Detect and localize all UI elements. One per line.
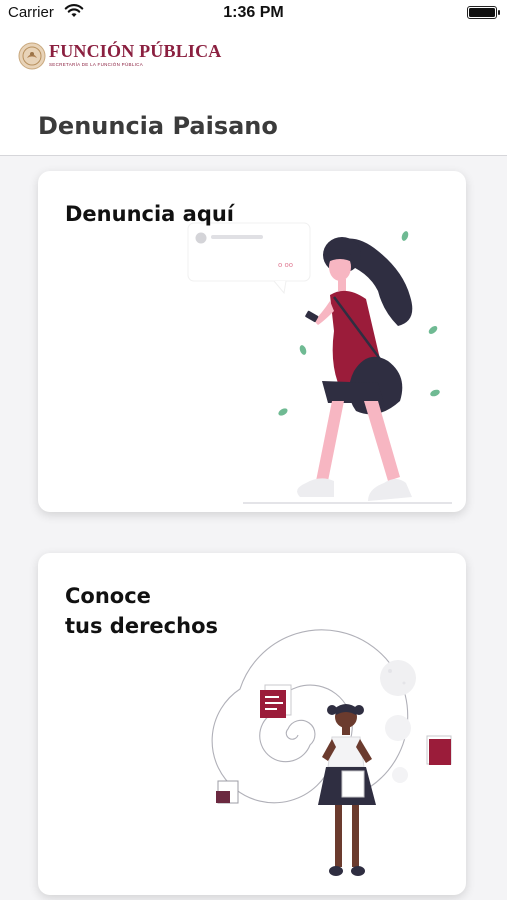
app-header: FUNCIÓN PÚBLICA SECRETARÍA DE LA FUNCIÓN… xyxy=(0,28,507,156)
page-title: Denuncia Paisano xyxy=(38,112,278,140)
rights-card-title-line2: tus derechos xyxy=(65,614,218,638)
brand-logo-text: FUNCIÓN PÚBLICA xyxy=(49,41,222,61)
rights-card-title: Conoce tus derechos xyxy=(65,581,218,641)
seal-logo-icon xyxy=(18,42,46,74)
rights-card[interactable]: Conoce tus derechos xyxy=(38,553,466,895)
rights-card-title-line1: Conoce xyxy=(65,584,151,608)
status-time: 1:36 PM xyxy=(223,4,284,21)
report-card-title: Denuncia aquí xyxy=(65,202,235,226)
status-bar: Carrier 1:36 PM xyxy=(0,0,507,28)
brand-logo-subtitle: SECRETARÍA DE LA FUNCIÓN PÚBLICA xyxy=(49,62,144,67)
battery-icon xyxy=(467,6,500,19)
chat-bubble-text: o oo xyxy=(278,261,293,269)
report-card[interactable]: o oo Denuncia aquí xyxy=(38,171,466,512)
